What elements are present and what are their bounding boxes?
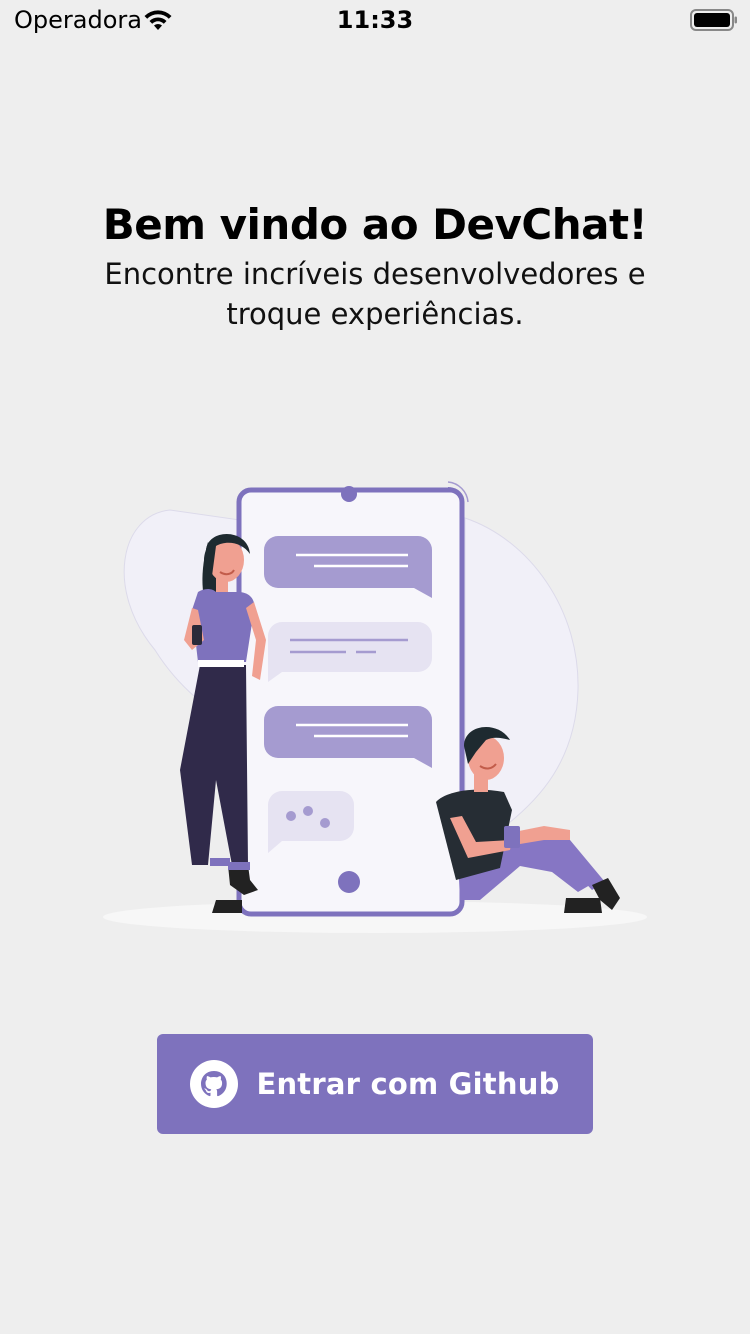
status-bar: Operadora 11:33: [0, 0, 750, 40]
github-icon: [190, 1060, 239, 1108]
github-login-button[interactable]: Entrar com Github: [157, 1034, 593, 1134]
battery-icon: [690, 9, 737, 31]
page-title: Bem vindo ao DevChat!: [102, 200, 648, 249]
phone-home-button: [338, 871, 360, 893]
page-subtitle: Encontre incríveis desenvolvedores e tro…: [104, 257, 646, 331]
people-chatting-phone-illustration: [103, 481, 647, 933]
clock: 11:33: [336, 6, 414, 34]
phone-camera: [341, 486, 357, 502]
github-login-label: Entrar com Github: [256, 1067, 560, 1101]
